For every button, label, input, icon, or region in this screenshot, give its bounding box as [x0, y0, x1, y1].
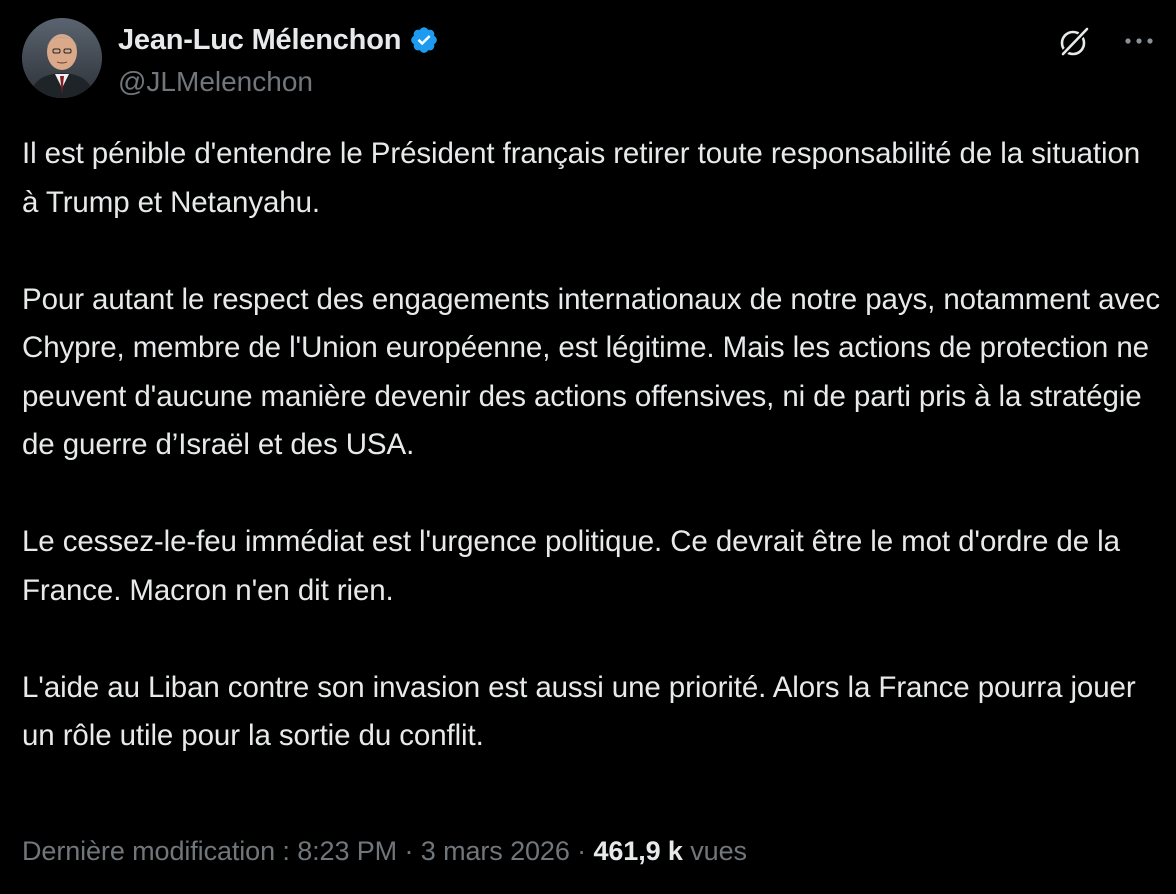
- tweet-header: Jean-Luc Mélenchon @JLMelenchon: [22, 18, 1156, 102]
- tweet-date[interactable]: 3 mars 2026: [421, 836, 570, 866]
- tweet-paragraph: Pour autant le respect des engagements i…: [22, 282, 1160, 462]
- tweet-paragraph: Il est pénible d'entendre le Président f…: [22, 137, 1141, 219]
- views-label: vues: [682, 836, 747, 866]
- views-count[interactable]: 461,9 k: [593, 836, 682, 866]
- edited-timestamp[interactable]: Dernière modification : 8:23 PM: [22, 836, 397, 866]
- avatar[interactable]: [22, 18, 102, 98]
- author-display-name[interactable]: Jean-Luc Mélenchon: [118, 24, 401, 57]
- author-block: Jean-Luc Mélenchon @JLMelenchon: [118, 22, 439, 98]
- tweet-text: Il est pénible d'entendre le Président f…: [22, 130, 1162, 761]
- tweet-paragraph: L'aide au Liban contre son invasion est …: [22, 670, 1136, 753]
- meta-separator: ·: [397, 836, 421, 866]
- name-row: Jean-Luc Mélenchon: [118, 22, 439, 58]
- avatar-image: [22, 18, 102, 98]
- tweet-paragraph: Le cessez-le-feu immédiat est l'urgence …: [22, 525, 1120, 607]
- verified-badge-icon[interactable]: [409, 25, 439, 55]
- more-options-icon[interactable]: [1122, 34, 1156, 48]
- tweet-meta: Dernière modification : 8:23 PM · 3 mars…: [22, 836, 747, 867]
- grok-icon[interactable]: [1056, 24, 1092, 60]
- author-handle[interactable]: @JLMelenchon: [118, 66, 439, 98]
- meta-separator: ·: [569, 836, 594, 866]
- tweet-card: Jean-Luc Mélenchon @JLMelenchon Il est p…: [0, 0, 1176, 894]
